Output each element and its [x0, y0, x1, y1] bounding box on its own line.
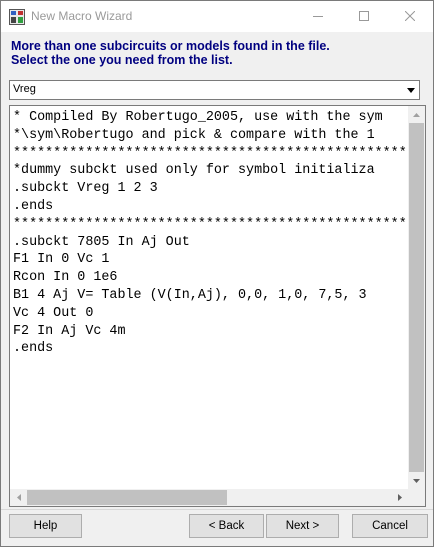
content-line: .subckt Vreg 1 2 3: [13, 181, 158, 197]
content-line: F1 In 0 Vc 1: [13, 252, 110, 268]
minimize-icon: [313, 8, 323, 26]
help-button[interactable]: Help: [9, 514, 82, 538]
scroll-right-icon[interactable]: [391, 489, 408, 506]
content-line: .ends: [13, 341, 54, 357]
cancel-button[interactable]: Cancel: [352, 514, 428, 538]
vertical-scrollbar[interactable]: [408, 106, 425, 489]
content-line: *\sym\Robertugo and pick & compare with …: [13, 127, 375, 143]
vertical-scroll-thumb[interactable]: [409, 123, 424, 472]
close-icon: [404, 8, 416, 26]
new-macro-wizard-window: New Macro Wizard More than one subcircui…: [0, 0, 434, 547]
content-line: ****************************************…: [13, 216, 408, 232]
macro-wizard-icon: [9, 9, 25, 25]
instruction-line-2: Select the one you need from the list.: [11, 53, 233, 67]
selected-subcircuit: Vreg: [13, 83, 36, 95]
scrollbar-corner: [408, 489, 425, 506]
content-line: Vc 4 Out 0: [13, 305, 94, 321]
instruction-text: More than one subcircuits or models foun…: [11, 39, 330, 67]
next-button[interactable]: Next >: [266, 514, 339, 538]
horizontal-scroll-thumb[interactable]: [27, 490, 227, 505]
divider: [1, 509, 433, 510]
content-line: *dummy subckt used only for symbol initi…: [13, 163, 375, 179]
scroll-left-icon[interactable]: [10, 489, 27, 506]
maximize-button[interactable]: [341, 1, 387, 32]
content-line: * Compiled By Robertugo_2005, use with t…: [13, 110, 383, 125]
content-line: Rcon In 0 1e6: [13, 270, 118, 286]
content-line: .subckt 7805 In Aj Out: [13, 234, 190, 250]
subcircuit-select[interactable]: Vreg: [9, 80, 420, 100]
file-content-lines: * Compiled By Robertugo_2005, use with t…: [13, 109, 408, 489]
maximize-icon: [359, 8, 369, 26]
content-line: F2 In Aj Vc 4m: [13, 323, 126, 339]
scroll-down-icon[interactable]: [408, 472, 425, 489]
window-title: New Macro Wizard: [31, 9, 133, 23]
close-button[interactable]: [387, 1, 433, 32]
instruction-line-1: More than one subcircuits or models foun…: [11, 39, 330, 53]
file-content-textbox[interactable]: * Compiled By Robertugo_2005, use with t…: [9, 105, 426, 507]
title-bar: New Macro Wizard: [1, 1, 433, 32]
content-line: B1 4 Aj V= Table (V(In,Aj), 0,0, 1,0, 7,…: [13, 287, 367, 303]
minimize-button[interactable]: [295, 1, 341, 32]
back-button[interactable]: < Back: [189, 514, 264, 538]
horizontal-scrollbar[interactable]: [10, 489, 408, 506]
chevron-down-icon[interactable]: [402, 81, 419, 99]
content-line: ****************************************…: [13, 145, 408, 161]
scroll-up-icon[interactable]: [408, 106, 425, 123]
content-line: .ends: [13, 198, 54, 214]
